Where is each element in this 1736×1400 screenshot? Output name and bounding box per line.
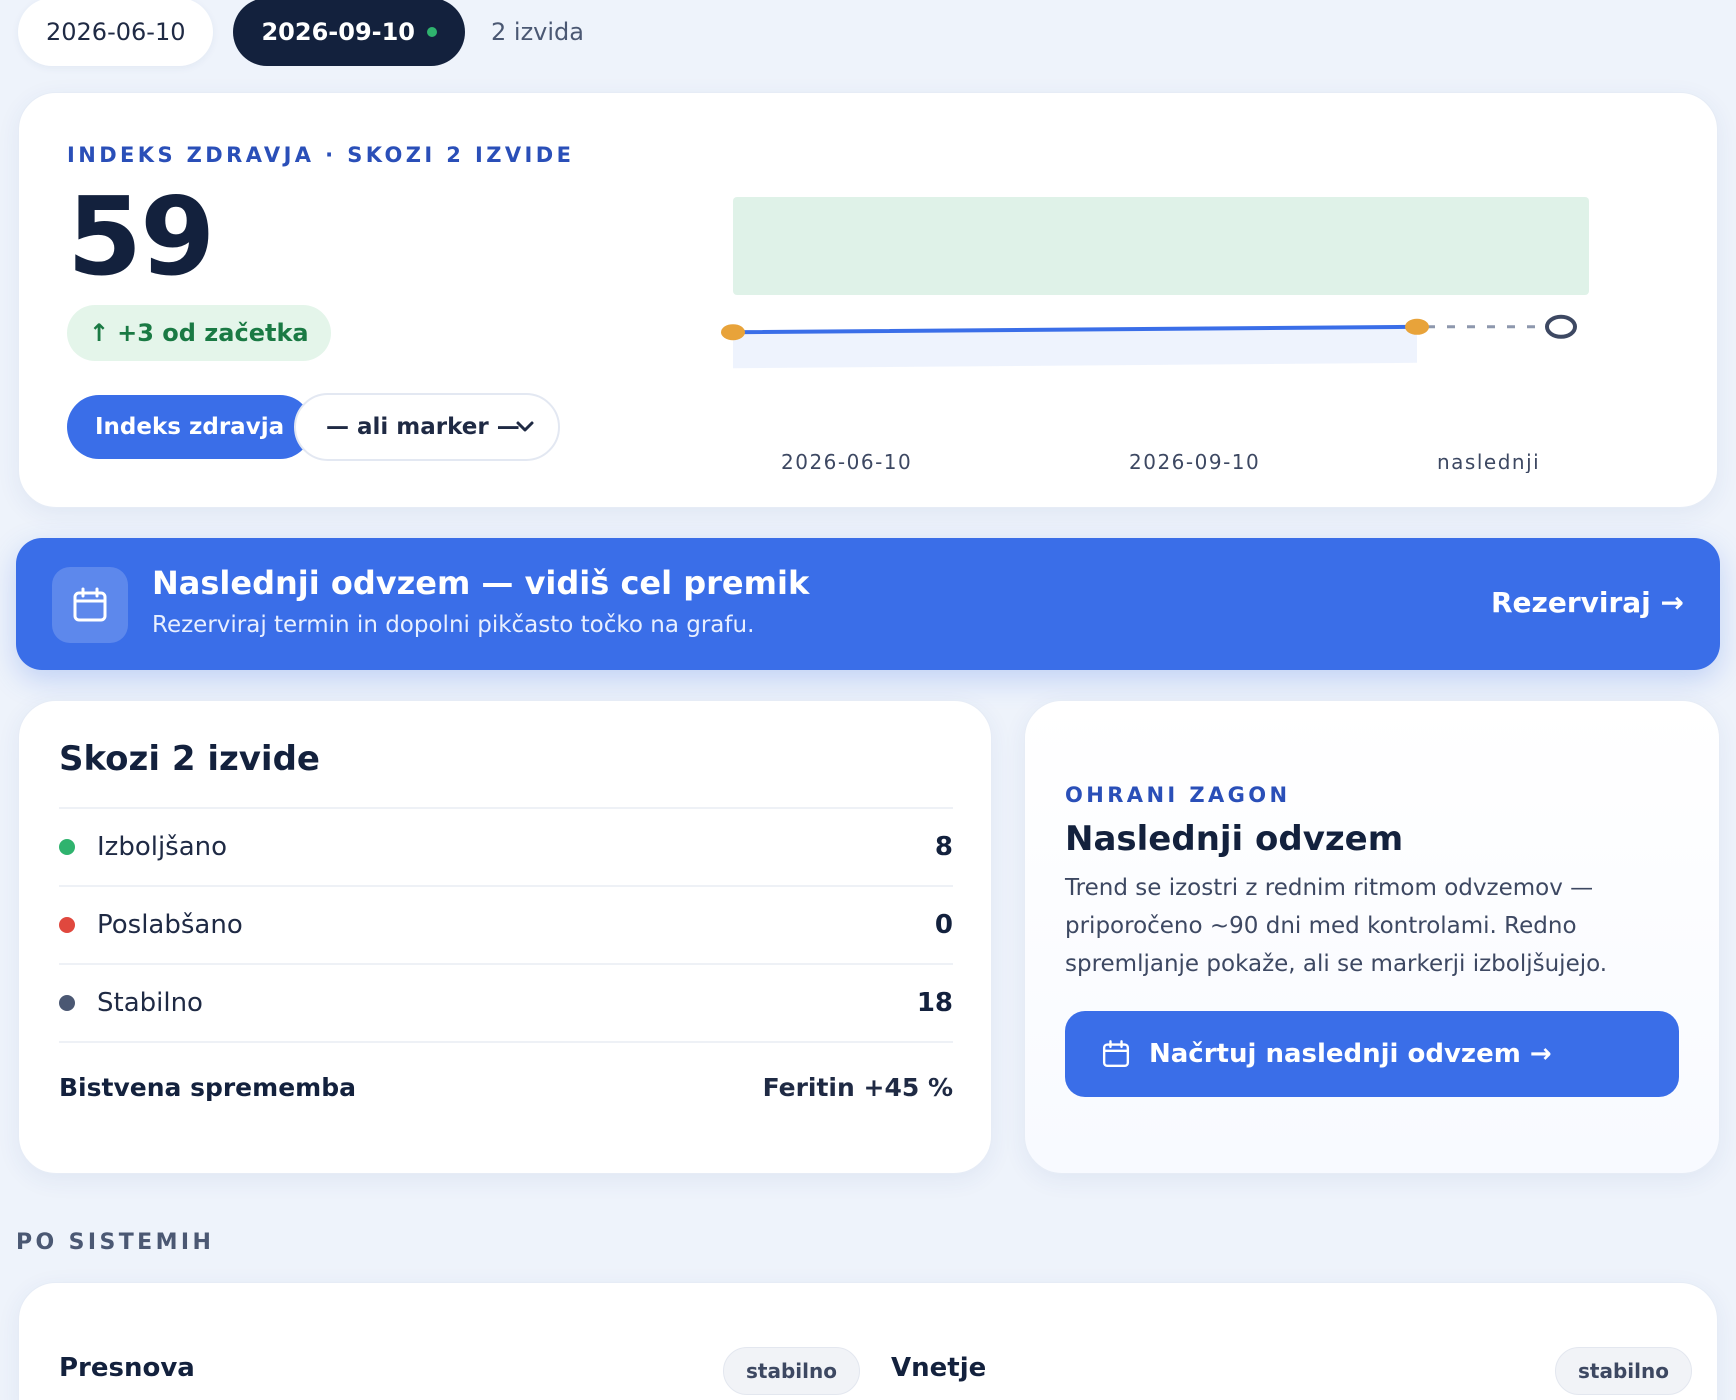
x-tick-label: naslednji <box>1437 450 1540 473</box>
health-index-card: INDEKS ZDRAVJA · SKOZI 2 IZVIDE 59 ↑ +3 … <box>18 92 1718 508</box>
visit-tab-label: 2026-06-10 <box>46 18 186 46</box>
x-tick-label: 2026-06-10 <box>781 450 912 473</box>
systems-card: Presnova stabilno Vnetje stabilno <box>18 1282 1718 1400</box>
summary-title: Skozi 2 izvide <box>59 739 320 779</box>
summary-list: Izboljšano 8 Poslabšano 0 Stabilno 18 Bi… <box>59 807 953 1131</box>
visit-tabs: 2026-06-10 2026-09-10 2 izvida <box>18 0 584 66</box>
momentum-card: OHRANI ZAGON Naslednji odvzem Trend se i… <box>1024 700 1720 1174</box>
health-index-score: 59 <box>67 175 215 300</box>
trend-chart: 2026-06-10 2026-09-10 naslednji <box>721 197 1589 473</box>
data-point-2026-06-10 <box>721 324 745 341</box>
active-dot-icon <box>427 27 437 37</box>
momentum-eyebrow: OHRANI ZAGON <box>1065 783 1291 807</box>
visit-count: 2 izvida <box>491 18 584 46</box>
arrow-up-icon: ↑ <box>89 319 110 347</box>
visit-tab-2026-06-10[interactable]: 2026-06-10 <box>18 0 214 66</box>
summary-row-worsened: Poslabšano 0 <box>59 885 953 963</box>
system-name-inflammation[interactable]: Vnetje <box>891 1353 986 1383</box>
status-badge: stabilno <box>723 1347 860 1395</box>
summary-row-label: Izboljšano <box>97 832 228 862</box>
reserve-link[interactable]: Rezerviraj → <box>1491 586 1684 619</box>
plan-next-draw-button[interactable]: Načrtuj naslednji odvzem → <box>1065 1011 1679 1097</box>
visit-tab-label: 2026-09-10 <box>261 18 415 46</box>
chevron-down-icon <box>516 421 534 432</box>
marker-select[interactable]: — ali marker — <box>294 393 560 461</box>
momentum-text: Trend se izostri z rednim ritmom odvzemo… <box>1065 875 1608 977</box>
calendar-icon <box>1102 1040 1130 1068</box>
summary-row-value: 8 <box>934 832 953 862</box>
target-band <box>733 197 1589 295</box>
x-tick-label: 2026-09-10 <box>1129 450 1260 473</box>
delta-label: +3 od začetka <box>117 319 309 347</box>
delta-badge: ↑ +3 od začetka <box>67 305 331 361</box>
key-change-value: Feritin +45 % <box>762 1072 953 1102</box>
visit-tab-2026-09-10[interactable]: 2026-09-10 <box>233 0 465 66</box>
status-dot-gray <box>59 995 75 1011</box>
summary-row-improved: Izboljšano 8 <box>59 807 953 885</box>
health-index-metric-button[interactable]: Indeks zdravja <box>67 395 313 459</box>
calendar-icon <box>52 567 128 643</box>
banner-title: Naslednji odvzem — vidiš cel premik <box>152 564 810 602</box>
systems-section-label: PO SISTEMIH <box>16 1230 215 1255</box>
health-index-eyebrow: INDEKS ZDRAVJA · SKOZI 2 IZVIDE <box>67 143 575 167</box>
plan-button-label: Načrtuj naslednji odvzem → <box>1149 1039 1552 1069</box>
summary-row-value: 0 <box>934 910 953 940</box>
banner-subtitle: Rezerviraj termin in dopolni pikčasto to… <box>152 612 755 638</box>
status-badge: stabilno <box>1555 1347 1692 1395</box>
system-name-metabolism[interactable]: Presnova <box>59 1353 195 1383</box>
status-dot-red <box>59 917 75 933</box>
summary-row-label: Stabilno <box>97 988 203 1018</box>
summary-row-stable: Stabilno 18 <box>59 963 953 1041</box>
marker-select-value: — ali marker — <box>326 414 520 440</box>
summary-row-label: Poslabšano <box>97 910 243 940</box>
next-draw-banner[interactable]: Naslednji odvzem — vidiš cel premik Reze… <box>16 538 1720 670</box>
summary-row-value: 18 <box>916 988 953 1018</box>
key-change-label: Bistvena sprememba <box>59 1072 356 1102</box>
summary-card: Skozi 2 izvide Izboljšano 8 Poslabšano 0… <box>18 700 992 1174</box>
key-change-row: Bistvena sprememba Feritin +45 % <box>59 1041 953 1131</box>
projected-point <box>1545 314 1577 339</box>
status-dot-green <box>59 839 75 855</box>
data-point-2026-09-10 <box>1405 318 1429 335</box>
momentum-title: Naslednji odvzem <box>1065 819 1404 859</box>
